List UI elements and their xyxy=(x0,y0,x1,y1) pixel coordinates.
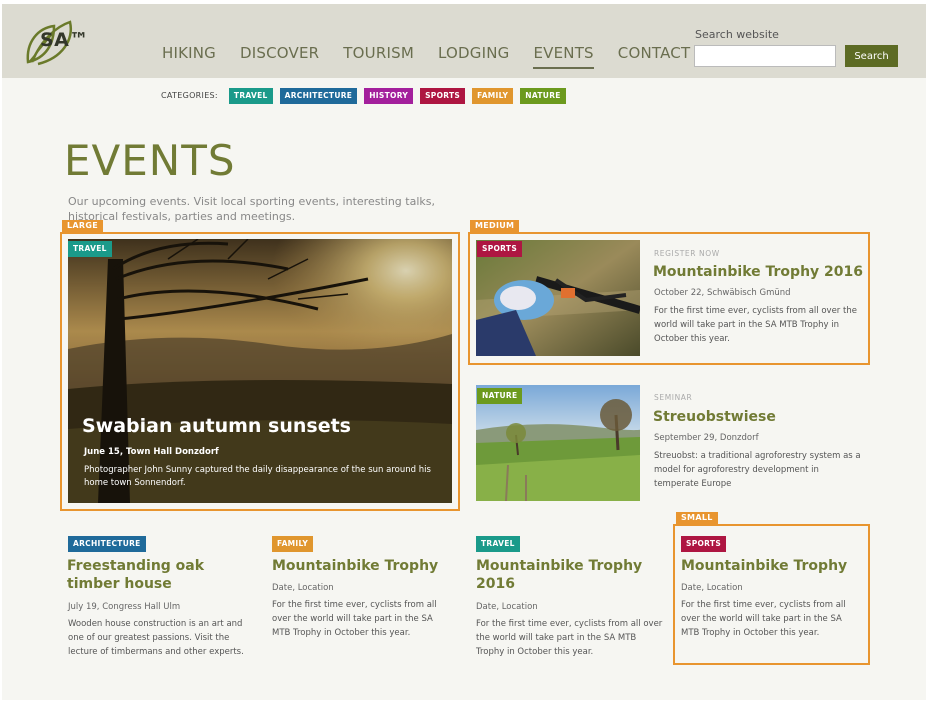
small-card-3-badge[interactable]: TRAVEL xyxy=(476,536,520,552)
category-history[interactable]: HISTORY xyxy=(364,88,414,104)
small-card-4-desc: For the first time ever, cyclists from a… xyxy=(681,600,846,638)
medium-card-1-kicker: REGISTER NOW xyxy=(654,249,720,258)
nav-events[interactable]: EVENTS xyxy=(533,44,594,69)
small-card-1-meta: July 19, Congress Hall Ulm xyxy=(68,602,181,612)
search-input[interactable] xyxy=(694,45,836,67)
medium-card-1-image[interactable] xyxy=(476,240,640,356)
large-card-desc: Photographer John Sunny captured the dai… xyxy=(84,465,431,488)
category-filter-bar: CATEGORIES: TRAVEL ARCHITECTURE HISTORY … xyxy=(161,88,573,104)
small-card-2-meta: Date, Location xyxy=(272,583,334,593)
large-card-meta: June 15, Town Hall Donzdorf xyxy=(84,447,219,457)
small-card-4-meta: Date, Location xyxy=(681,583,743,593)
small-card-3-meta: Date, Location xyxy=(476,602,538,612)
small-card-3-title[interactable]: Mountainbike Trophy 2016 xyxy=(476,557,666,593)
medium-card-2-kicker: SEMINAR xyxy=(654,393,693,402)
small-card-2-desc: For the first time ever, cyclists from a… xyxy=(272,600,437,638)
search-label: Search website xyxy=(695,28,779,41)
nav-tourism[interactable]: TOURISM xyxy=(343,44,414,69)
nav-lodging[interactable]: LODGING xyxy=(438,44,509,69)
medium-card-2-meta: September 29, Donzdorf xyxy=(654,433,759,443)
size-label-large: LARGE xyxy=(62,220,103,232)
medium-card-1-badge[interactable]: SPORTS xyxy=(477,241,523,257)
page-title: EVENTS xyxy=(64,136,236,185)
small-card-1-badge[interactable]: ARCHITECTURE xyxy=(68,536,146,552)
size-label-small: SMALL xyxy=(676,512,718,524)
page-intro: Our upcoming events. Visit local sportin… xyxy=(68,195,435,223)
large-card-title[interactable]: Swabian autumn sunsets xyxy=(82,415,351,437)
nav-discover[interactable]: DISCOVER xyxy=(240,44,319,69)
medium-card-2-title[interactable]: Streuobstwiese xyxy=(653,408,863,426)
category-nature[interactable]: NATURE xyxy=(520,88,566,104)
nav-hiking[interactable]: HIKING xyxy=(162,44,216,69)
medium-card-1-title[interactable]: Mountainbike Trophy 2016 xyxy=(653,263,863,281)
small-card-1-desc: Wooden house construction is an art and … xyxy=(68,619,244,657)
small-card-4-title[interactable]: Mountainbike Trophy xyxy=(681,557,861,575)
category-family[interactable]: FAMILY xyxy=(472,88,514,104)
small-card-4-badge[interactable]: SPORTS xyxy=(681,536,727,552)
category-architecture[interactable]: ARCHITECTURE xyxy=(279,88,358,104)
category-travel[interactable]: TRAVEL xyxy=(228,88,273,104)
small-card-2-title[interactable]: Mountainbike Trophy xyxy=(272,557,462,575)
medium-card-1-meta: October 22, Schwäbisch Gmünd xyxy=(654,288,791,298)
search-button[interactable]: Search xyxy=(845,45,898,67)
small-card-3-desc: For the first time ever, cyclists from a… xyxy=(476,619,663,657)
page: SA™ HIKING DISCOVER TOURISM LODGING EVEN… xyxy=(2,4,926,700)
site-header: SA™ HIKING DISCOVER TOURISM LODGING EVEN… xyxy=(2,4,926,78)
brand-name[interactable]: SA™ xyxy=(40,29,89,51)
small-card-1-title[interactable]: Freestanding oak timber house xyxy=(67,557,257,593)
medium-card-2-desc: Streuobst: a traditional agroforestry sy… xyxy=(654,451,861,489)
large-card-badge[interactable]: TRAVEL xyxy=(68,241,112,257)
category-sports[interactable]: SPORTS xyxy=(420,88,466,104)
categories-label: CATEGORIES: xyxy=(161,91,218,101)
nav-contact[interactable]: CONTACT xyxy=(618,44,691,69)
size-label-medium: MEDIUM xyxy=(470,220,520,232)
medium-card-2-badge[interactable]: NATURE xyxy=(477,388,523,404)
medium-card-1-desc: For the first time ever, cyclists from a… xyxy=(654,306,857,344)
small-card-2-badge[interactable]: FAMILY xyxy=(272,536,314,552)
main-nav: HIKING DISCOVER TOURISM LODGING EVENTS C… xyxy=(162,44,714,69)
